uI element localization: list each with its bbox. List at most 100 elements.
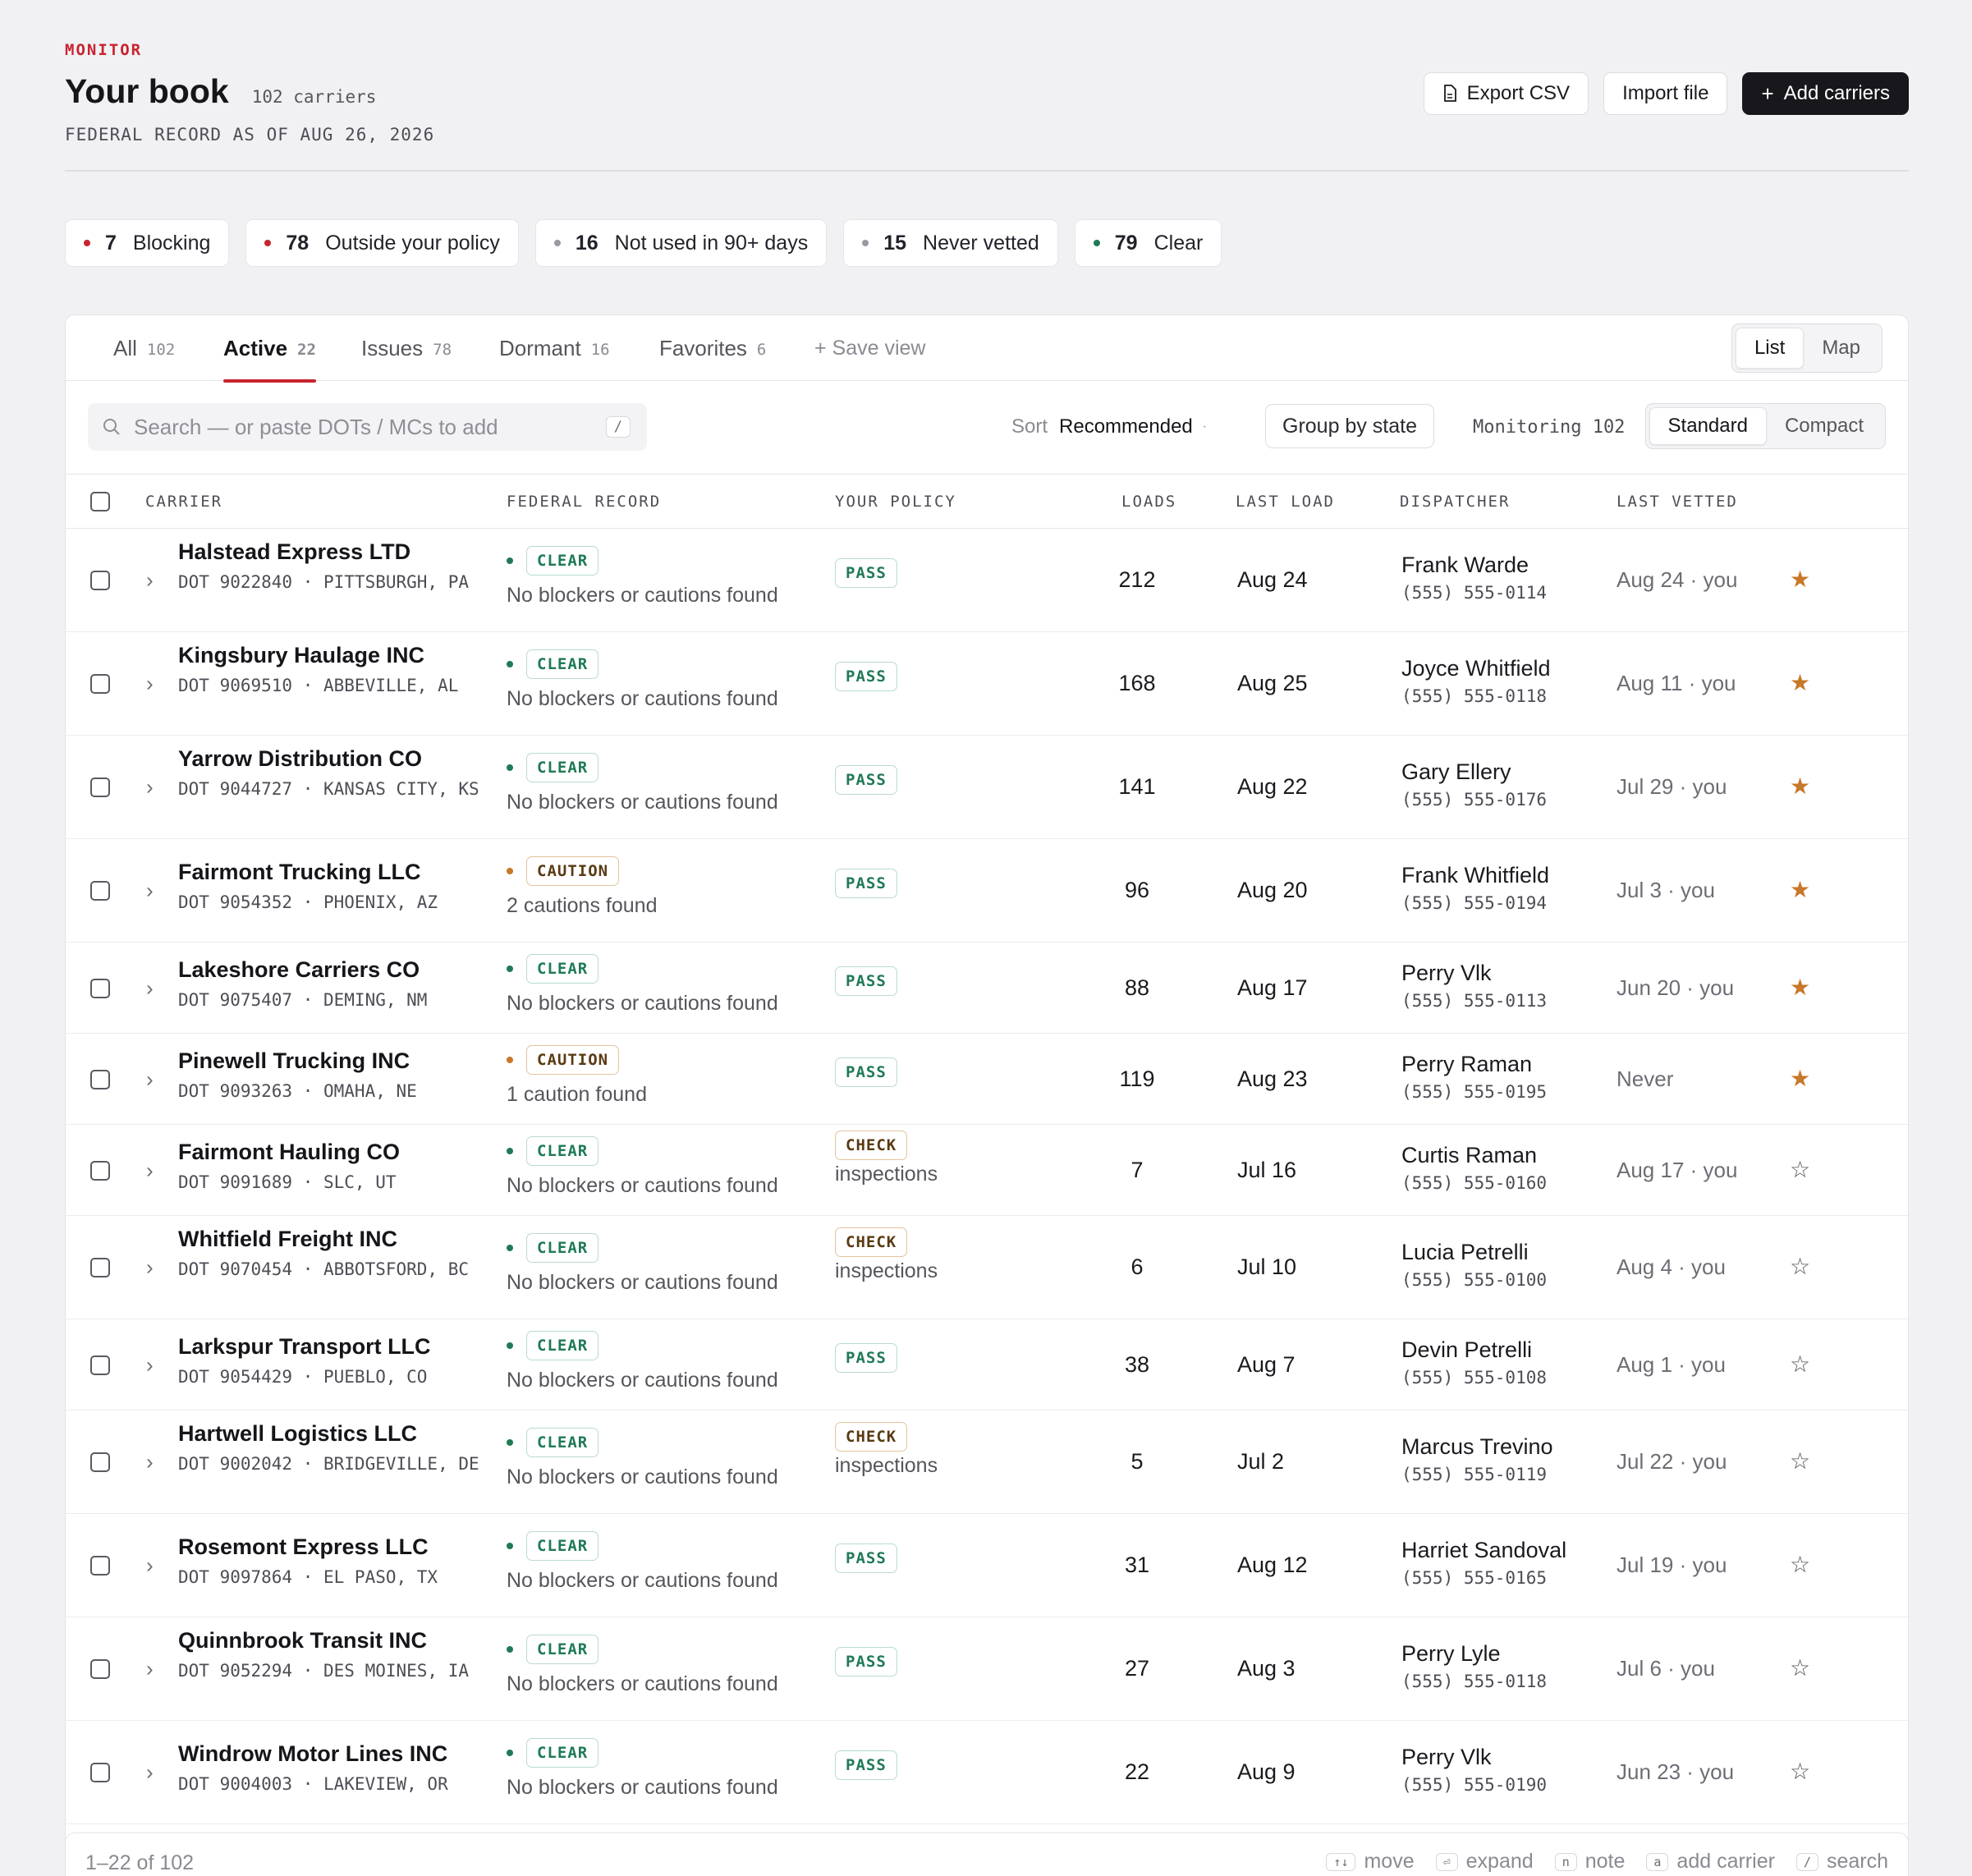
row-checkbox[interactable] — [90, 1556, 110, 1576]
star-filled-icon[interactable]: ★ — [1790, 974, 1810, 1001]
col-your-policy[interactable]: YOUR POLICY — [835, 475, 956, 529]
import-file-button[interactable]: Import file — [1603, 72, 1728, 115]
summary-chip[interactable]: 15 Never vetted — [843, 219, 1058, 267]
dispatcher-phone[interactable]: (555) 555-0165 — [1401, 1568, 1566, 1588]
carrier-name[interactable]: Yarrow Distribution CO — [178, 746, 482, 772]
table-row[interactable]: › Larkspur Transport LLC DOT 9054429 · P… — [66, 1319, 1908, 1410]
chevron-right-icon[interactable]: › — [146, 1760, 154, 1786]
row-checkbox[interactable] — [90, 1355, 110, 1375]
tab-all[interactable]: All 102 — [113, 315, 175, 381]
chevron-right-icon[interactable]: › — [146, 1255, 154, 1281]
row-checkbox[interactable] — [90, 881, 110, 901]
carrier-name[interactable]: Quinnbrook Transit INC — [178, 1628, 482, 1654]
table-row[interactable]: › Windrow Motor Lines INC DOT 9004003 · … — [66, 1721, 1908, 1824]
dispatcher-phone[interactable]: (555) 555-0176 — [1401, 790, 1547, 810]
star-filled-icon[interactable]: ★ — [1790, 1065, 1810, 1092]
col-dispatcher[interactable]: DISPATCHER — [1400, 475, 1510, 529]
star-outline-icon[interactable]: ☆ — [1790, 1758, 1810, 1785]
dispatcher-phone[interactable]: (555) 555-0118 — [1401, 686, 1551, 706]
dispatcher-phone[interactable]: (555) 555-0190 — [1401, 1775, 1547, 1795]
chevron-right-icon[interactable]: › — [146, 672, 154, 697]
col-last-vetted[interactable]: LAST VETTED — [1617, 475, 1738, 529]
table-row[interactable]: › Kingsbury Haulage INC DOT 9069510 · AB… — [66, 632, 1908, 736]
row-checkbox[interactable] — [90, 1069, 110, 1089]
select-all-checkbox[interactable] — [90, 492, 110, 511]
sort-dropdown[interactable]: Sort Recommended · — [1011, 403, 1207, 451]
map-view-button[interactable]: Map — [1804, 328, 1878, 369]
table-row[interactable]: › Hartwell Logistics LLC DOT 9002042 · B… — [66, 1410, 1908, 1514]
export-csv-button[interactable]: Export CSV — [1423, 72, 1589, 115]
row-checkbox[interactable] — [90, 1160, 110, 1181]
chevron-right-icon[interactable]: › — [146, 1553, 154, 1579]
summary-chip[interactable]: 79 Clear — [1074, 219, 1222, 267]
chevron-right-icon[interactable]: › — [146, 1352, 154, 1378]
carrier-name[interactable]: Lakeshore Carriers CO — [178, 957, 482, 983]
group-by-state-button[interactable]: Group by state — [1265, 404, 1434, 448]
carrier-name[interactable]: Windrow Motor Lines INC — [178, 1741, 482, 1767]
carrier-name[interactable]: Hartwell Logistics LLC — [178, 1421, 482, 1447]
col-carrier[interactable]: CARRIER — [145, 475, 222, 529]
carrier-name[interactable]: Halstead Express LTD — [178, 539, 482, 565]
carrier-name[interactable]: Pinewell Trucking INC — [178, 1048, 482, 1074]
chevron-right-icon[interactable]: › — [146, 1158, 154, 1183]
star-outline-icon[interactable]: ☆ — [1790, 1253, 1810, 1280]
table-row[interactable]: › Halstead Express LTD DOT 9022840 · PIT… — [66, 529, 1908, 632]
carrier-name[interactable]: Kingsbury Haulage INC — [178, 643, 482, 668]
table-row[interactable]: › Pinewell Trucking INC DOT 9093263 · OM… — [66, 1034, 1908, 1125]
col-last-load[interactable]: LAST LOAD — [1236, 475, 1335, 529]
chevron-right-icon[interactable]: › — [146, 1657, 154, 1682]
row-checkbox[interactable] — [90, 1659, 110, 1679]
carrier-name[interactable]: Fairmont Trucking LLC — [178, 860, 482, 885]
dispatcher-phone[interactable]: (555) 555-0114 — [1401, 583, 1547, 603]
tab-dormant[interactable]: Dormant 16 — [499, 315, 610, 381]
row-checkbox[interactable] — [90, 1763, 110, 1782]
star-filled-icon[interactable]: ★ — [1790, 876, 1810, 903]
add-carriers-button[interactable]: + Add carriers — [1742, 72, 1909, 115]
row-checkbox[interactable] — [90, 571, 110, 590]
col-federal-record[interactable]: FEDERAL RECORD — [507, 475, 661, 529]
chevron-right-icon[interactable]: › — [146, 568, 154, 594]
summary-chip[interactable]: 16 Not used in 90+ days — [534, 219, 828, 267]
table-row[interactable]: › Yarrow Distribution CO DOT 9044727 · K… — [66, 736, 1908, 839]
table-row[interactable]: › Quinnbrook Transit INC DOT 9052294 · D… — [66, 1617, 1908, 1721]
tab-issues[interactable]: Issues 78 — [361, 315, 452, 381]
row-checkbox[interactable] — [90, 777, 110, 797]
star-filled-icon[interactable]: ★ — [1790, 773, 1810, 800]
table-row[interactable]: › Rosemont Express LLC DOT 9097864 · EL … — [66, 1514, 1908, 1617]
tab-active[interactable]: Active 22 — [223, 315, 316, 383]
table-row[interactable]: › Fairmont Trucking LLC DOT 9054352 · PH… — [66, 839, 1908, 943]
summary-chip[interactable]: 78 Outside your policy — [245, 219, 519, 267]
star-filled-icon[interactable]: ★ — [1790, 566, 1810, 593]
density-standard-button[interactable]: Standard — [1649, 407, 1767, 445]
dispatcher-phone[interactable]: (555) 555-0108 — [1401, 1368, 1547, 1388]
dispatcher-phone[interactable]: (555) 555-0118 — [1401, 1672, 1547, 1691]
chevron-right-icon[interactable]: › — [146, 1450, 154, 1475]
star-outline-icon[interactable]: ☆ — [1790, 1447, 1810, 1475]
tab-favorites[interactable]: Favorites 6 — [659, 315, 766, 381]
dispatcher-phone[interactable]: (555) 555-0160 — [1401, 1173, 1547, 1193]
dispatcher-phone[interactable]: (555) 555-0113 — [1401, 991, 1547, 1011]
row-checkbox[interactable] — [90, 1258, 110, 1277]
carrier-name[interactable]: Whitfield Freight INC — [178, 1227, 482, 1252]
star-outline-icon[interactable]: ☆ — [1790, 1156, 1810, 1183]
dispatcher-phone[interactable]: (555) 555-0100 — [1401, 1270, 1547, 1290]
row-checkbox[interactable] — [90, 1452, 110, 1472]
list-view-button[interactable]: List — [1735, 328, 1805, 369]
chevron-right-icon[interactable]: › — [146, 878, 154, 904]
star-outline-icon[interactable]: ☆ — [1790, 1351, 1810, 1378]
carrier-name[interactable]: Larkspur Transport LLC — [178, 1334, 482, 1360]
star-outline-icon[interactable]: ☆ — [1790, 1551, 1810, 1578]
summary-chip[interactable]: 7 Blocking — [65, 219, 230, 267]
row-checkbox[interactable] — [90, 674, 110, 694]
chevron-right-icon[interactable]: › — [146, 775, 154, 800]
chevron-right-icon[interactable]: › — [146, 1066, 154, 1092]
star-outline-icon[interactable]: ☆ — [1790, 1654, 1810, 1681]
row-checkbox[interactable] — [90, 978, 110, 998]
star-filled-icon[interactable]: ★ — [1790, 669, 1810, 696]
carrier-name[interactable]: Rosemont Express LLC — [178, 1534, 482, 1560]
carrier-name[interactable]: Fairmont Hauling CO — [178, 1140, 482, 1165]
dispatcher-phone[interactable]: (555) 555-0194 — [1401, 893, 1549, 913]
save-view-button[interactable]: + Save view — [814, 315, 926, 381]
table-row[interactable]: › Whitfield Freight INC DOT 9070454 · AB… — [66, 1216, 1908, 1319]
table-row[interactable]: › Lakeshore Carriers CO DOT 9075407 · DE… — [66, 943, 1908, 1034]
